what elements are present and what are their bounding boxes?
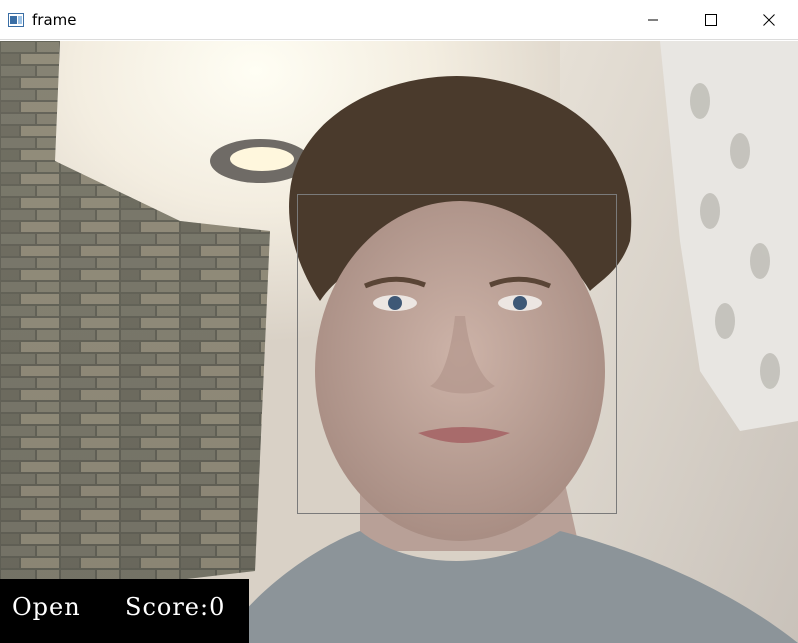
score-label: Score:0 (125, 593, 226, 621)
eye-state-label: Open (12, 593, 81, 621)
title-bar[interactable]: frame (0, 0, 798, 40)
window-title: frame (32, 11, 77, 29)
close-icon (763, 14, 775, 26)
app-window: frame Open Score:0 (0, 0, 798, 643)
status-overlay: Open Score:0 (0, 579, 249, 643)
maximize-icon (705, 14, 717, 26)
window-app-icon (8, 12, 24, 27)
minimize-icon (647, 14, 659, 26)
camera-frame: Open Score:0 (0, 41, 798, 643)
close-button[interactable] (740, 0, 798, 40)
minimize-button[interactable] (624, 0, 682, 40)
maximize-button[interactable] (682, 0, 740, 40)
face-detection-box (297, 194, 617, 514)
